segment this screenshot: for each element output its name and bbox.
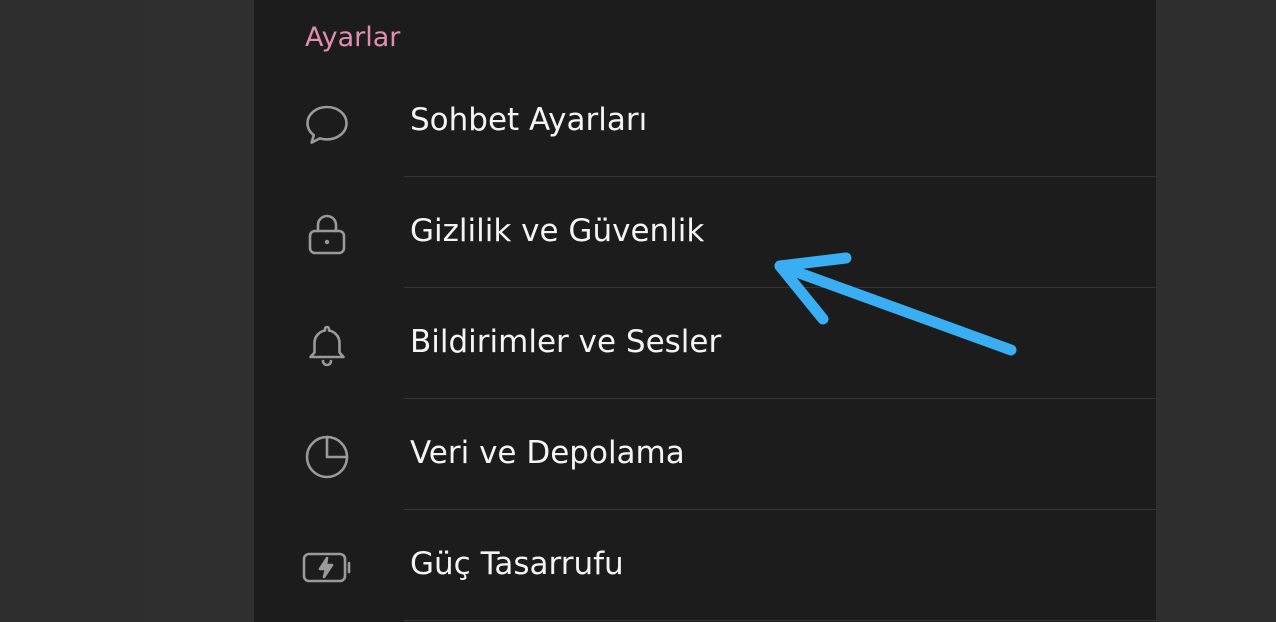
menu-item-label: Veri ve Depolama xyxy=(410,435,685,471)
bell-icon xyxy=(302,320,352,370)
battery-charging-icon xyxy=(302,542,352,592)
menu-item-data-storage[interactable]: Veri ve Depolama xyxy=(254,399,1156,510)
menu-item-privacy-security[interactable]: Gizlilik ve Güvenlik xyxy=(254,177,1156,288)
menu-item-label: Gizlilik ve Güvenlik xyxy=(410,213,705,249)
divider xyxy=(404,620,1156,621)
menu-item-label: Sohbet Ayarları xyxy=(410,102,648,138)
lock-icon xyxy=(302,209,352,259)
menu-item-label: Bildirimler ve Sesler xyxy=(410,324,722,360)
pie-chart-icon xyxy=(302,431,352,481)
menu-item-chat-settings[interactable]: Sohbet Ayarları xyxy=(254,66,1156,177)
menu-item-label: Güç Tasarrufu xyxy=(410,546,624,582)
menu-item-power-saving[interactable]: Güç Tasarrufu xyxy=(254,510,1156,621)
menu-item-notifications-sounds[interactable]: Bildirimler ve Sesler xyxy=(254,288,1156,399)
section-title: Ayarlar xyxy=(305,22,401,53)
settings-panel: Ayarlar Sohbet Ayarları Gizlilik ve Güve… xyxy=(254,0,1156,622)
chat-bubble-icon xyxy=(302,98,352,148)
